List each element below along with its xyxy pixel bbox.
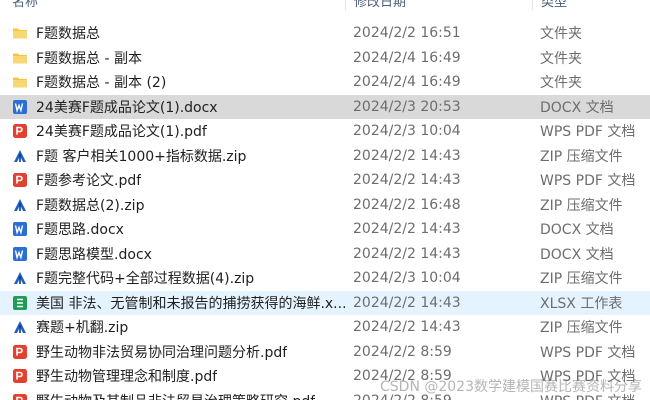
- file-name: 24美赛F题成品论文(1).pdf: [36, 124, 207, 141]
- file-row[interactable]: 野生动物非法贸易协同治理问题分析.pdf 2024/2/2 8:59 WPS PDF…: [0, 340, 650, 365]
- file-name-cell: 24美赛F题成品论文(1).docx: [0, 97, 345, 117]
- file-row[interactable]: F题 客户相关1000+指标数据.zip 2024/2/2 14:43 ZIP 压缩…: [0, 144, 650, 169]
- file-name-cell: 赛题+机翻.zip: [0, 317, 345, 337]
- column-header-bar: 名称 修改日期 类型: [0, 0, 650, 10]
- file-type: DOCX 文档: [540, 246, 614, 263]
- file-type: ZIP 压缩文件: [540, 320, 623, 337]
- file-name: F题参考论文.pdf: [36, 173, 142, 190]
- zip-icon: [12, 148, 28, 164]
- file-name: 24美赛F题成品论文(1).docx: [36, 99, 218, 116]
- pdf-icon: [12, 123, 28, 139]
- file-type: 文件夹: [540, 50, 582, 67]
- file-name: 赛题+机翻.zip: [36, 320, 129, 337]
- file-name: F题数据总 - 副本: [36, 50, 143, 67]
- file-name-cell: F题完整代码+全部过程数据(4).zip: [0, 268, 345, 288]
- file-date: 2024/2/2 14:43: [353, 294, 461, 311]
- file-name: 野生动物非法贸易协同治理问题分析.pdf: [36, 344, 288, 361]
- file-row[interactable]: 赛题+机翻.zip 2024/2/2 14:43 ZIP 压缩文件: [0, 315, 650, 340]
- file-row[interactable]: F题完整代码+全部过程数据(4).zip 2024/2/3 10:04 ZIP 压缩…: [0, 266, 650, 291]
- file-name-cell: F题 客户相关1000+指标数据.zip: [0, 146, 345, 166]
- file-name-cell: F题数据总(2).zip: [0, 195, 345, 215]
- file-row[interactable]: 美国 非法、无管制和未报告的捕捞获得的海鲜.x... 2024/2/2 14:43…: [0, 290, 650, 315]
- file-type: WPS PDF 文档: [540, 124, 636, 141]
- file-name-cell: 美国 非法、无管制和未报告的捕捞获得的海鲜.x...: [0, 293, 345, 313]
- file-name-cell: 野生动物非法贸易协同治理问题分析.pdf: [0, 342, 345, 362]
- file-name-cell: 野生动物管理理念和制度.pdf: [0, 366, 345, 386]
- file-type: ZIP 压缩文件: [540, 148, 623, 165]
- file-type: ZIP 压缩文件: [540, 271, 623, 288]
- folder-icon: [12, 50, 28, 66]
- file-name-cell: F题数据总 - 副本: [0, 48, 345, 68]
- file-date: 2024/2/2 14:43: [353, 172, 461, 189]
- file-row[interactable]: F题数据总 2024/2/2 16:51 文件夹: [0, 21, 650, 46]
- file-name-cell: 野生动物及其制品非法贸易治理策略研究.pdf: [0, 391, 345, 400]
- file-date: 2024/2/2 14:43: [353, 245, 461, 262]
- file-type: DOCX 文档: [540, 99, 614, 116]
- file-row[interactable]: F题数据总 - 副本 2024/2/4 16:49 文件夹: [0, 46, 650, 71]
- file-type: DOCX 文档: [540, 222, 614, 239]
- file-name-cell: 24美赛F题成品论文(1).pdf: [0, 121, 345, 141]
- file-date: 2024/2/4 16:49: [353, 49, 461, 66]
- pdf-icon: [12, 368, 28, 384]
- file-name: F题思路模型.docx: [36, 246, 152, 263]
- file-date: 2024/2/2 14:43: [353, 221, 461, 238]
- docx-icon: [12, 246, 28, 262]
- file-name-cell: F题数据总: [0, 23, 345, 43]
- file-date: 2024/2/2 16:51: [353, 25, 461, 42]
- pdf-icon: [12, 393, 28, 400]
- docx-icon: [12, 99, 28, 115]
- file-name-cell: F题思路模型.docx: [0, 244, 345, 264]
- file-name-cell: F题数据总 - 副本 (2): [0, 72, 345, 92]
- file-name: F题数据总 - 副本 (2): [36, 75, 167, 92]
- file-type: 文件夹: [540, 75, 582, 92]
- file-type: XLSX 工作表: [540, 295, 623, 312]
- file-row[interactable]: F题数据总 - 副本 (2) 2024/2/4 16:49 文件夹: [0, 70, 650, 95]
- file-date: 2024/2/2 16:48: [353, 196, 461, 213]
- zip-icon: [12, 197, 28, 213]
- file-date: 2024/2/3 20:53: [353, 98, 461, 115]
- file-date: 2024/2/2 14:43: [353, 319, 461, 336]
- file-type: 文件夹: [540, 26, 582, 43]
- file-type: ZIP 压缩文件: [540, 197, 623, 214]
- file-date: 2024/2/3 10:04: [353, 123, 461, 140]
- docx-icon: [12, 221, 28, 237]
- file-list: F题数据总 2024/2/2 16:51 文件夹 F题数据总 - 副本 2024/2/4…: [0, 21, 650, 400]
- xlsx-icon: [12, 295, 28, 311]
- file-name: 野生动物及其制品非法贸易治理策略研究.pdf: [36, 391, 315, 400]
- file-row[interactable]: F题参考论文.pdf 2024/2/2 14:43 WPS PDF 文档: [0, 168, 650, 193]
- folder-icon: [12, 74, 28, 90]
- folder-icon: [12, 25, 28, 41]
- file-name: 野生动物管理理念和制度.pdf: [36, 369, 218, 386]
- file-date: 2024/2/2 14:43: [353, 147, 461, 164]
- file-name: F题数据总(2).zip: [36, 197, 145, 214]
- pdf-icon: [12, 172, 28, 188]
- file-name: F题数据总: [36, 26, 101, 43]
- file-row[interactable]: 24美赛F题成品论文(1).docx 2024/2/3 20:53 DOCX 文档: [0, 94, 650, 119]
- file-type: WPS PDF 文档: [540, 173, 636, 190]
- pdf-icon: [12, 344, 28, 360]
- file-explorer: 名称 修改日期 类型 F题数据总 2024/2/2 16:51 文件夹 F题数据总 -…: [0, 0, 650, 400]
- file-name: F题完整代码+全部过程数据(4).zip: [36, 271, 255, 288]
- file-row[interactable]: F题思路.docx 2024/2/2 14:43 DOCX 文档: [0, 217, 650, 242]
- file-date: 2024/2/4 16:49: [353, 74, 461, 91]
- file-type: WPS PDF 文档: [540, 344, 636, 361]
- file-date: 2024/2/2 8:59: [353, 343, 452, 360]
- file-name-cell: F题思路.docx: [0, 219, 345, 239]
- file-row[interactable]: F题数据总(2).zip 2024/2/2 16:48 ZIP 压缩文件: [0, 193, 650, 218]
- file-date: 2024/2/3 10:04: [353, 270, 461, 287]
- file-name: F题思路.docx: [36, 222, 124, 239]
- column-header-date[interactable]: 修改日期: [345, 0, 532, 10]
- watermark: CSDN @2023数学建模国赛比赛资料分享: [380, 379, 642, 395]
- file-name: 美国 非法、无管制和未报告的捕捞获得的海鲜.x...: [36, 295, 345, 312]
- file-name: F题 客户相关1000+指标数据.zip: [36, 148, 247, 165]
- column-header-name[interactable]: 名称: [0, 0, 345, 10]
- zip-icon: [12, 319, 28, 335]
- column-header-type[interactable]: 类型: [532, 0, 650, 10]
- file-name-cell: F题参考论文.pdf: [0, 170, 345, 190]
- zip-icon: [12, 270, 28, 286]
- file-row[interactable]: F题思路模型.docx 2024/2/2 14:43 DOCX 文档: [0, 242, 650, 267]
- file-row[interactable]: 24美赛F题成品论文(1).pdf 2024/2/3 10:04 WPS PDF 文…: [0, 119, 650, 144]
